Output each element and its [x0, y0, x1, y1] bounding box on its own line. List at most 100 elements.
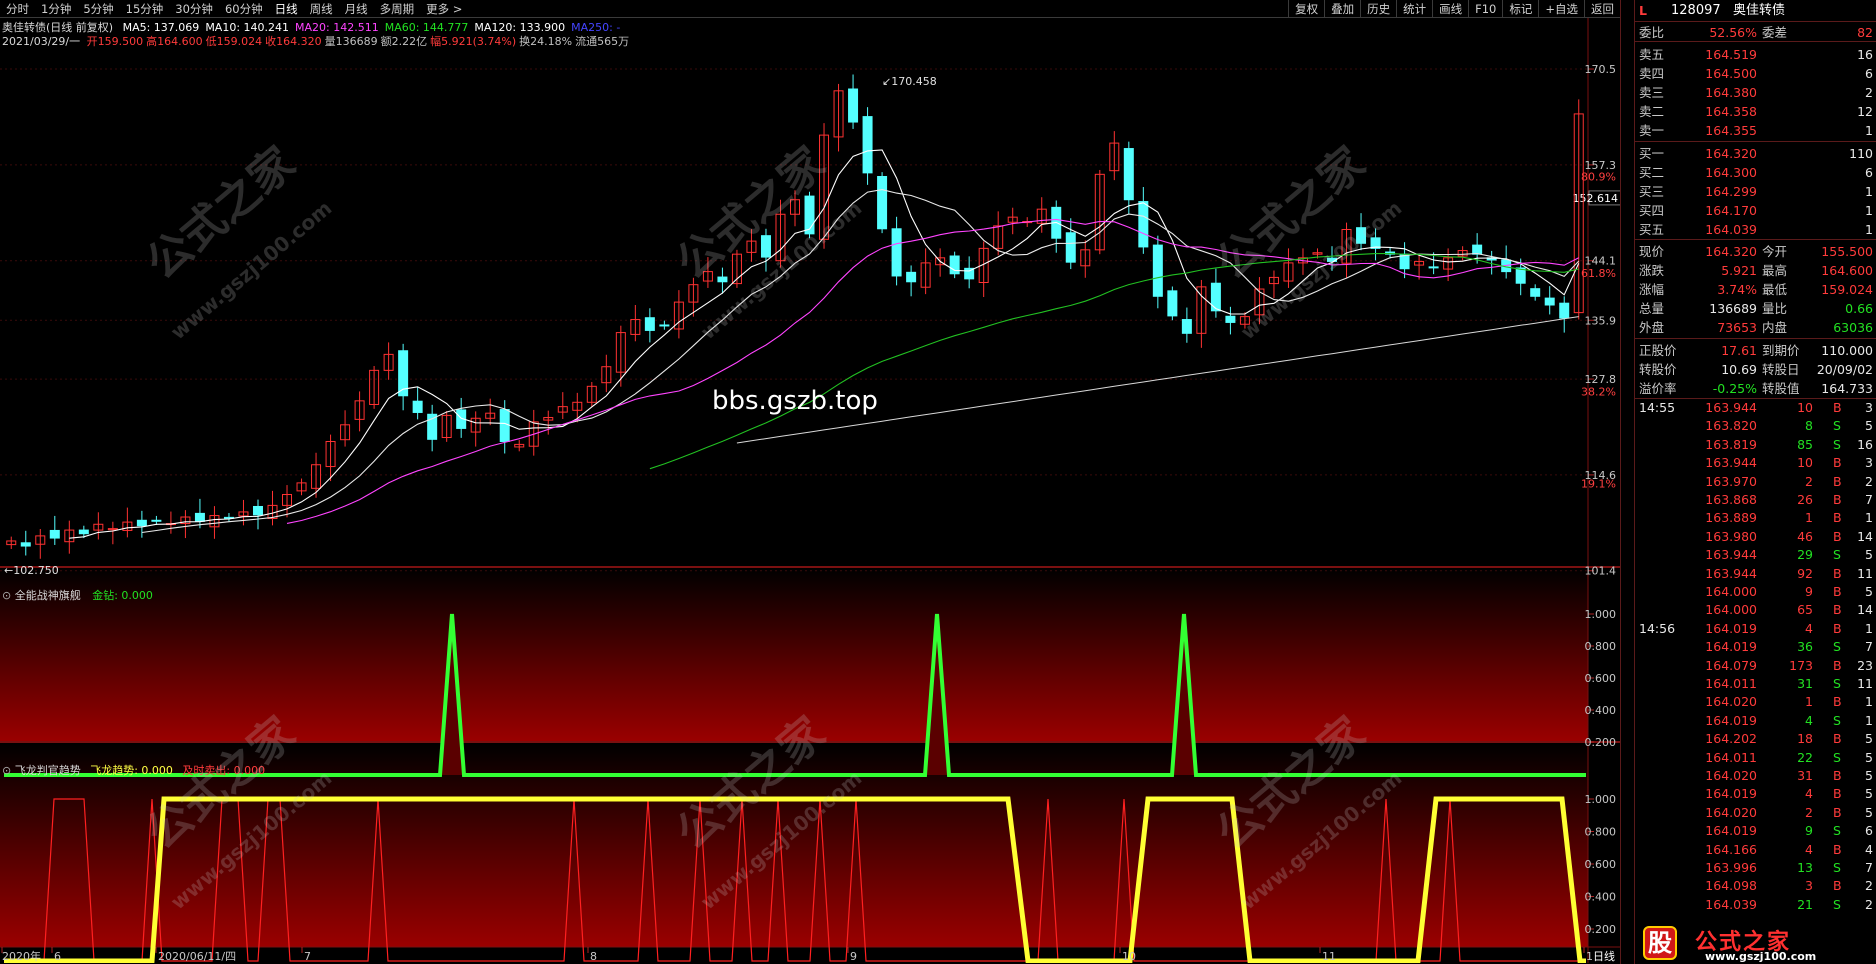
- tick-row[interactable]: 164.011 22 S 5: [1635, 749, 1876, 767]
- indicator2-axis-label: 0.800: [1585, 826, 1617, 839]
- tick-row[interactable]: 164.019 4 S 1: [1635, 712, 1876, 730]
- tool-button[interactable]: 画线: [1432, 0, 1468, 18]
- period-tab[interactable]: 15分钟: [120, 0, 170, 18]
- tick-row[interactable]: 163.970 2 B 2: [1635, 473, 1876, 491]
- date-axis-label: 2020年: [2, 949, 41, 963]
- quote-row[interactable]: 卖五 164.519 16: [1635, 45, 1876, 64]
- tool-button[interactable]: F10: [1468, 0, 1502, 18]
- tool-button[interactable]: 历史: [1360, 0, 1396, 18]
- tick-row[interactable]: 163.944 92 B 11: [1635, 565, 1876, 583]
- tick-side: B: [1833, 620, 1842, 636]
- tick-row[interactable]: 164.011 31 S 11: [1635, 675, 1876, 693]
- collapse-icon[interactable]: ⊙: [2, 764, 11, 777]
- period-tab[interactable]: 1分钟: [35, 0, 77, 18]
- tick-row[interactable]: 163.944 10 B 3: [1635, 454, 1876, 472]
- indicator2-name[interactable]: 飞龙判官趋势: [15, 764, 81, 777]
- period-tab[interactable]: 日线: [269, 0, 304, 18]
- candle-body: [412, 400, 423, 413]
- period-tab[interactable]: 30分钟: [169, 0, 219, 18]
- tool-button[interactable]: 返回: [1584, 0, 1620, 18]
- quote-row[interactable]: 卖一 164.355 1: [1635, 121, 1876, 140]
- fib-label: 80.9%: [1581, 170, 1616, 183]
- period-tab[interactable]: 多周期: [374, 0, 421, 18]
- tick-count: 7: [1865, 860, 1873, 875]
- tick-row[interactable]: 164.000 65 B 14: [1635, 601, 1876, 619]
- quote-row[interactable]: 买五 164.039 1: [1635, 220, 1876, 239]
- tick-volume: 18: [1797, 731, 1813, 747]
- tick-count: 4: [1865, 841, 1873, 857]
- tick-row[interactable]: 164.166 4 B 4: [1635, 841, 1876, 859]
- quote-row[interactable]: 买四 164.170 1: [1635, 201, 1876, 220]
- period-tab[interactable]: 月线: [339, 0, 374, 18]
- tick-row[interactable]: 164.039 21 S 2: [1635, 896, 1876, 914]
- tick-row[interactable]: 164.000 9 B 5: [1635, 583, 1876, 601]
- period-tab[interactable]: 60分钟: [219, 0, 269, 18]
- tick-volume: 29: [1797, 547, 1813, 563]
- tick-row[interactable]: 164.020 31 B 5: [1635, 767, 1876, 785]
- tick-row[interactable]: 164.020 2 B 5: [1635, 804, 1876, 822]
- period-tab[interactable]: 更多 >: [420, 0, 468, 18]
- stat-value: 63036: [1833, 320, 1873, 335]
- quote-row[interactable]: 卖四 164.500 6: [1635, 64, 1876, 83]
- low-marker: ←102.750: [4, 564, 59, 577]
- candle-body: [1210, 282, 1221, 312]
- kline-chart-area[interactable]: 170.5 157.3 144.1 135.9 127.8 114.6 101.4 80.9%…: [0, 18, 1620, 963]
- quote-row[interactable]: 买二 164.300 6: [1635, 163, 1876, 182]
- tool-button[interactable]: +自选: [1538, 0, 1584, 18]
- panel-splitter[interactable]: [1620, 0, 1634, 964]
- tool-button[interactable]: 复权: [1288, 0, 1324, 18]
- center-watermark-text: bbs.gszb.top: [712, 386, 878, 416]
- tick-row[interactable]: 163.944 29 S 5: [1635, 546, 1876, 564]
- weicha-value: 82: [1857, 25, 1873, 40]
- tool-button[interactable]: 统计: [1396, 0, 1432, 18]
- tick-row[interactable]: 164.019 36 S 7: [1635, 638, 1876, 656]
- quote-panel: L 128097 奥佳转债 委比 52.56% 委差 82 卖五 164.519 1…: [1634, 0, 1876, 964]
- period-selector: 分时 1分钟 5分钟 15分钟 30分钟 60分钟 日线 周线 月线 多周期 更多 >: [0, 0, 468, 18]
- weibi-row: 委比 52.56% 委差 82: [1635, 23, 1876, 42]
- tick-volume: 4: [1805, 620, 1813, 636]
- tick-row[interactable]: 163.996 13 S 7: [1635, 859, 1876, 877]
- row-label: 卖一: [1639, 123, 1665, 138]
- row-volume: 16: [1857, 47, 1873, 62]
- collapse-icon[interactable]: ⊙: [2, 589, 11, 602]
- tick-volume: 9: [1805, 584, 1813, 599]
- candle-body: [1065, 232, 1076, 263]
- tick-price: 164.020: [1705, 768, 1757, 783]
- tick-row[interactable]: 14:56 164.019 4 B 1: [1635, 620, 1876, 638]
- period-tab[interactable]: 周线: [304, 0, 339, 18]
- tick-row[interactable]: 163.820 8 S 5: [1635, 417, 1876, 435]
- bond-name: 奥佳转债: [1733, 3, 1786, 18]
- stat-label: 到期价: [1762, 343, 1800, 358]
- tick-row[interactable]: 14:55 163.944 10 B 3: [1635, 399, 1876, 417]
- stat-label: 外盘: [1639, 320, 1665, 335]
- row-volume: 1: [1865, 123, 1873, 138]
- tick-volume: 31: [1797, 768, 1813, 783]
- indicator1-name[interactable]: 全能战神旗舰: [15, 589, 81, 602]
- tick-row[interactable]: 164.202 18 B 5: [1635, 730, 1876, 748]
- tick-count: 2: [1865, 473, 1873, 489]
- quote-row[interactable]: 卖二 164.358 12: [1635, 102, 1876, 121]
- tick-row[interactable]: 163.819 85 S 16: [1635, 436, 1876, 454]
- candle-body: [760, 235, 771, 258]
- tick-row[interactable]: 164.079 173 B 23: [1635, 657, 1876, 675]
- row-volume: 1: [1865, 222, 1873, 237]
- quote-row[interactable]: 买三 164.299 1: [1635, 182, 1876, 201]
- tool-button[interactable]: 叠加: [1324, 0, 1360, 18]
- quote-row[interactable]: 卖三 164.380 2: [1635, 83, 1876, 102]
- ohlc-value: 开159.500: [86, 35, 144, 48]
- tick-row[interactable]: 164.020 1 B 1: [1635, 693, 1876, 711]
- tick-count: 2: [1865, 896, 1873, 912]
- tick-row[interactable]: 163.889 1 B 1: [1635, 509, 1876, 527]
- stat-label: 内盘: [1762, 320, 1788, 335]
- quote-row[interactable]: 买一 164.320 110: [1635, 144, 1876, 163]
- tick-row[interactable]: 164.019 4 B 5: [1635, 785, 1876, 803]
- period-tab[interactable]: 5分钟: [77, 0, 119, 18]
- tool-button[interactable]: 标记: [1502, 0, 1538, 18]
- tick-row[interactable]: 164.098 3 B 2: [1635, 877, 1876, 895]
- chart-canvas[interactable]: 170.5157.3144.1135.9127.8114.6101.480.9%…: [0, 18, 1620, 963]
- tick-row[interactable]: 163.868 26 B 7: [1635, 491, 1876, 509]
- tick-row[interactable]: 163.980 46 B 14: [1635, 528, 1876, 546]
- tick-row[interactable]: 164.019 9 S 6: [1635, 822, 1876, 840]
- candle-body: [804, 195, 815, 235]
- period-tab[interactable]: 分时: [0, 0, 35, 18]
